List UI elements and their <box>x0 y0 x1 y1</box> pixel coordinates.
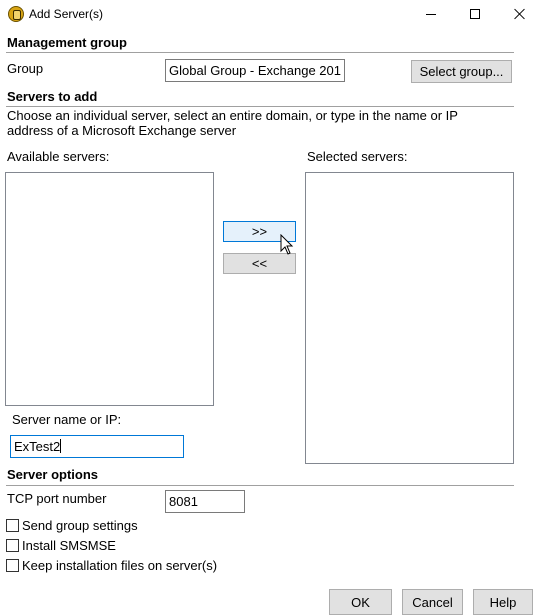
window-title: Add Server(s) <box>29 7 104 21</box>
servers-to-add-divider <box>6 106 514 107</box>
send-group-settings-label: Send group settings <box>22 517 138 533</box>
management-group-divider <box>6 52 514 53</box>
install-smsmse-checkbox[interactable] <box>6 538 19 552</box>
management-group-heading: Management group <box>7 35 127 50</box>
cancel-button[interactable]: Cancel <box>402 589 463 615</box>
selected-servers-list[interactable] <box>305 172 514 464</box>
title-bar: Add Server(s) <box>0 0 544 28</box>
remove-server-button[interactable]: << <box>223 253 296 274</box>
mouse-pointer-icon <box>280 234 294 255</box>
help-button[interactable]: Help <box>473 589 533 615</box>
keep-installation-files-option[interactable]: Keep installation files on server(s) <box>6 557 217 573</box>
select-group-button[interactable]: Select group... <box>411 60 512 83</box>
keep-installation-files-label: Keep installation files on server(s) <box>22 557 218 573</box>
server-name-label: Server name or IP: <box>12 412 122 427</box>
minimize-icon <box>426 13 436 15</box>
install-smsmse-label: Install SMSMSE <box>22 537 116 553</box>
send-group-settings-option[interactable]: Send group settings <box>6 517 138 533</box>
ok-button[interactable]: OK <box>329 589 392 615</box>
send-group-settings-checkbox[interactable] <box>6 518 19 532</box>
server-name-value: ExTest2 <box>14 439 61 454</box>
servers-to-add-heading: Servers to add <box>7 89 98 104</box>
close-icon <box>514 8 526 20</box>
maximize-icon <box>470 9 480 19</box>
close-button[interactable] <box>497 0 543 28</box>
server-options-heading: Server options <box>7 467 99 482</box>
group-label: Group <box>7 61 44 76</box>
keep-installation-files-checkbox[interactable] <box>6 558 19 572</box>
install-smsmse-option[interactable]: Install SMSMSE <box>6 537 116 553</box>
servers-description-line1: Choose an individual server, select an e… <box>7 108 458 123</box>
selected-servers-label: Selected servers: <box>307 149 408 164</box>
server-options-divider <box>6 485 514 486</box>
tcp-port-label: TCP port number <box>7 491 107 506</box>
minimize-button[interactable] <box>408 0 454 28</box>
text-caret <box>60 439 62 453</box>
available-servers-label: Available servers: <box>7 149 110 164</box>
servers-description-line2: address of a Microsoft Exchange server <box>7 123 237 138</box>
tcp-port-input[interactable]: 8081 <box>165 490 245 513</box>
group-field[interactable]: Global Group - Exchange 201 <box>165 59 345 82</box>
exchange-shield-icon <box>8 6 24 22</box>
server-name-input[interactable]: ExTest2 <box>10 435 184 458</box>
maximize-button[interactable] <box>452 0 498 28</box>
available-servers-list[interactable] <box>5 172 214 406</box>
